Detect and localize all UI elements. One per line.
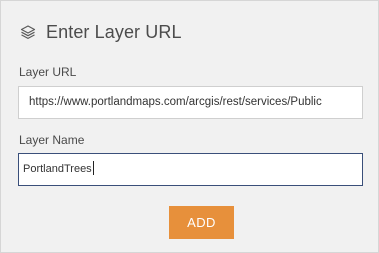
layer-name-input[interactable]: PortlandTrees [18, 153, 363, 186]
add-layer-panel: Enter Layer URL Layer URL https://www.po… [0, 0, 379, 253]
layer-url-value: https://www.portlandmaps.com/arcgis/rest… [29, 96, 322, 108]
text-caret [92, 161, 94, 175]
layers-icon [18, 22, 38, 42]
layer-name-label: Layer Name [19, 133, 85, 147]
panel-header: Enter Layer URL [18, 18, 182, 46]
layer-url-input[interactable]: https://www.portlandmaps.com/arcgis/rest… [18, 86, 363, 119]
panel-title: Enter Layer URL [46, 21, 182, 42]
layer-name-value: PortlandTrees [23, 163, 92, 175]
layer-url-label: Layer URL [19, 65, 77, 79]
add-button[interactable]: ADD [169, 206, 234, 239]
